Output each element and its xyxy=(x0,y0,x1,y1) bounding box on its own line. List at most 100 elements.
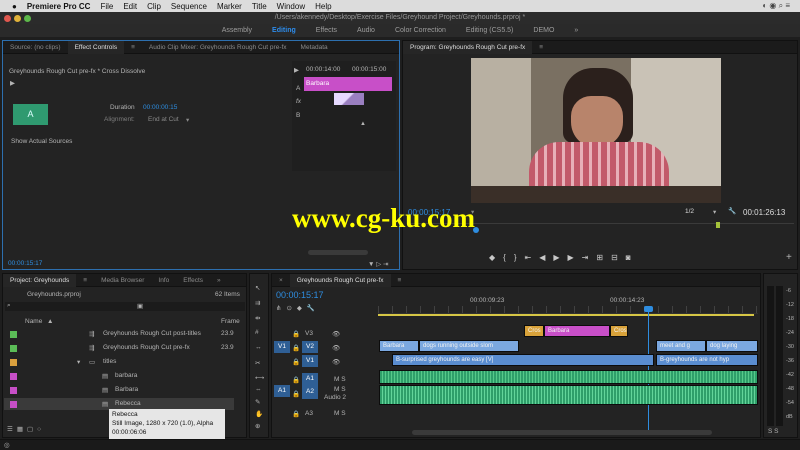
toggle-output-icon[interactable]: 👁 xyxy=(332,330,340,338)
meter-solo-buttons[interactable]: S S xyxy=(768,428,778,435)
new-bin-icon[interactable]: ▣ xyxy=(137,302,143,310)
pen-tool-icon[interactable]: ✎ xyxy=(255,398,260,406)
workspace-demo[interactable]: DEMO xyxy=(533,27,554,34)
clip-v2-dog-laying[interactable]: dog laying xyxy=(706,340,758,352)
step-back-button[interactable]: ◀ xyxy=(539,253,553,262)
workspace-editing-cs55[interactable]: Editing (CS5.5) xyxy=(466,27,513,34)
hand-tool-icon[interactable]: ✋ xyxy=(255,410,263,418)
play-effect-icon[interactable]: ▶ xyxy=(10,79,15,87)
track-lock-icon[interactable]: 🔒 xyxy=(292,376,300,384)
more-workspaces-icon[interactable]: » xyxy=(574,27,578,34)
track-lock-icon[interactable]: 🔒 xyxy=(292,344,300,352)
in-point-button[interactable]: { xyxy=(503,253,514,262)
track-select-tool-icon[interactable]: ⇉ xyxy=(255,299,260,307)
marker-button[interactable]: ◆ xyxy=(489,253,503,262)
track-target-v1[interactable]: V1 xyxy=(302,355,318,367)
list-item[interactable]: Barbara xyxy=(115,386,138,393)
tab-project[interactable]: Project: Greyhounds xyxy=(3,273,77,287)
clip-v2-barbara[interactable]: Barbara xyxy=(379,340,419,352)
settings-wrench-icon[interactable]: 🔧 xyxy=(728,207,736,215)
out-point-button[interactable]: } xyxy=(514,253,525,262)
list-item[interactable]: barbara xyxy=(115,372,137,379)
zoom-tool-icon[interactable]: ⊕ xyxy=(255,422,260,430)
playhead-handle-icon[interactable] xyxy=(644,306,653,312)
add-button-icon[interactable]: + xyxy=(786,252,792,263)
toggle-output-icon[interactable]: 👁 xyxy=(332,358,340,366)
duration-value[interactable]: 00:00:00:15 xyxy=(143,104,177,111)
tab-effect-controls[interactable]: Effect Controls xyxy=(67,40,125,54)
disclosure-triangle-icon[interactable]: ▾ xyxy=(77,358,80,366)
track-target-a2[interactable]: A2 xyxy=(302,385,318,399)
lift-button[interactable]: ⊞ xyxy=(596,253,611,262)
linked-selection-icon[interactable]: ⊙ xyxy=(286,305,296,312)
go-to-out-button[interactable]: ⇥ xyxy=(582,253,597,262)
work-area-bar[interactable] xyxy=(378,314,754,316)
tab-metadata[interactable]: Metadata xyxy=(294,44,335,51)
mute-solo-buttons[interactable]: M S xyxy=(334,376,346,383)
effect-timecode[interactable]: 00:00:15:17 xyxy=(8,260,42,267)
tab-audio-clip-mixer[interactable]: Audio Clip Mixer: Greyhounds Rough Cut p… xyxy=(142,44,294,51)
slip-tool-icon[interactable]: ⟷ xyxy=(255,374,264,382)
list-item[interactable]: titles xyxy=(103,358,116,365)
workspace-color[interactable]: Color Correction xyxy=(395,27,446,34)
filter-icon[interactable]: ▼ ▷ ⇥ xyxy=(368,260,389,268)
icon-view-icon[interactable]: ▦ xyxy=(17,426,27,433)
track-lock-icon[interactable]: 🔒 xyxy=(292,410,300,418)
workspace-audio[interactable]: Audio xyxy=(357,27,375,34)
timeline-scrollbar[interactable] xyxy=(412,430,712,435)
add-marker-icon[interactable]: ◆ xyxy=(297,305,307,312)
menu-edit[interactable]: Edit xyxy=(123,2,137,11)
workspace-assembly[interactable]: Assembly xyxy=(222,27,252,34)
track-label-a3[interactable]: A3 xyxy=(305,410,313,417)
freeform-view-icon[interactable]: ▢ xyxy=(27,426,37,433)
export-frame-button[interactable]: ◙ xyxy=(626,253,639,262)
tab-sequence[interactable]: Greyhounds Rough Cut pre-fx xyxy=(289,273,391,287)
sequence-menu-icon[interactable]: ≡ xyxy=(391,277,409,284)
menu-sequence[interactable]: Sequence xyxy=(171,2,207,11)
list-item[interactable]: Greyhounds Rough Cut post-titles xyxy=(103,330,201,337)
workspace-effects[interactable]: Effects xyxy=(316,27,337,34)
clip-v3-transition-out[interactable]: Cros xyxy=(610,325,628,337)
play-button[interactable]: ▶ xyxy=(553,253,567,262)
zoom-window-button[interactable] xyxy=(24,15,31,22)
tab-source[interactable]: Source: (no clips) xyxy=(3,44,68,51)
alignment-select[interactable]: End at Cut xyxy=(148,116,179,123)
clip-v2-meet-greet[interactable]: meet and g xyxy=(656,340,706,352)
more-tabs-icon[interactable]: » xyxy=(210,277,228,284)
list-view-icon[interactable]: ☰ xyxy=(7,426,17,433)
mute-solo-buttons[interactable]: M S xyxy=(334,386,346,393)
track-lock-icon[interactable]: 🔒 xyxy=(292,330,300,338)
sequence-timecode[interactable]: 00:00:15:17 xyxy=(276,290,324,300)
sort-ascending-icon[interactable]: ▲ xyxy=(47,318,53,325)
mini-clip-barbara[interactable]: Barbara xyxy=(304,77,392,91)
program-menu-icon[interactable]: ≡ xyxy=(532,44,550,51)
slide-tool-icon[interactable]: ⇔ xyxy=(255,386,262,393)
resolution-select[interactable]: 1/2 xyxy=(685,208,694,215)
tab-menu-icon[interactable]: ≡ xyxy=(124,44,142,51)
mini-play-icon[interactable]: ▶ xyxy=(294,66,299,74)
status-icon[interactable]: ◎ xyxy=(4,441,10,449)
toggle-output-icon[interactable]: 👁 xyxy=(332,344,340,352)
audio-clip-a1[interactable] xyxy=(379,370,758,384)
rate-stretch-tool-icon[interactable]: ↔ xyxy=(255,344,262,351)
project-menu-icon[interactable]: ≡ xyxy=(76,277,94,284)
extract-button[interactable]: ⊟ xyxy=(611,253,626,262)
track-target-a1[interactable]: A1 xyxy=(302,373,318,385)
app-menu[interactable]: Premiere Pro CC xyxy=(27,2,91,11)
list-item[interactable]: Rebecca xyxy=(115,400,141,407)
ripple-edit-tool-icon[interactable]: ⇹ xyxy=(255,314,260,322)
track-lock-icon[interactable]: 🔒 xyxy=(292,358,300,366)
tab-effects[interactable]: Effects xyxy=(176,277,210,284)
menu-marker[interactable]: Marker xyxy=(217,2,242,11)
razor-tool-icon[interactable]: ✂ xyxy=(255,359,260,367)
rolling-edit-tool-icon[interactable]: # xyxy=(255,329,259,336)
track-lock-icon[interactable]: 🔒 xyxy=(292,390,300,398)
track-target-v2[interactable]: V2 xyxy=(302,341,318,353)
clip-v1-not-hyper[interactable]: B-greyhounds are not hyp xyxy=(656,354,758,366)
resolution-chevron-icon[interactable]: ▾ xyxy=(713,208,716,216)
snap-icon[interactable]: ⋔ xyxy=(276,305,286,312)
menu-window[interactable]: Window xyxy=(277,2,305,11)
clip-v3-transition-in[interactable]: Cros xyxy=(524,325,544,337)
source-patch-v[interactable]: V1 xyxy=(274,341,290,353)
track-label-v3[interactable]: V3 xyxy=(305,330,313,337)
